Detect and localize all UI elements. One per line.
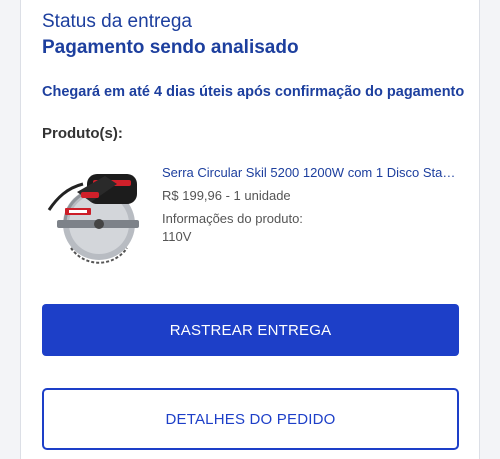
product-price: R$ 199,96 - 1 unidade [162, 188, 291, 203]
status-value: Pagamento sendo analisado [42, 37, 299, 58]
track-delivery-button[interactable]: RASTREAR ENTREGA [42, 304, 459, 356]
product-info-label: Informações do produto: [162, 211, 303, 226]
order-details-button[interactable]: DETALHES DO PEDIDO [42, 388, 459, 450]
order-card: Status da entrega Pagamento sendo analis… [20, 0, 480, 459]
status-label: Status da entrega [42, 11, 192, 32]
product-name-link[interactable]: Serra Circular Skil 5200 1200W com 1 Dis… [162, 165, 462, 180]
delivery-note: Chegará em até 4 dias úteis após confirm… [42, 84, 465, 100]
product-info-value: 110V [162, 229, 192, 244]
products-title: Produto(s): [42, 125, 123, 142]
circular-saw-image[interactable] [43, 162, 151, 270]
